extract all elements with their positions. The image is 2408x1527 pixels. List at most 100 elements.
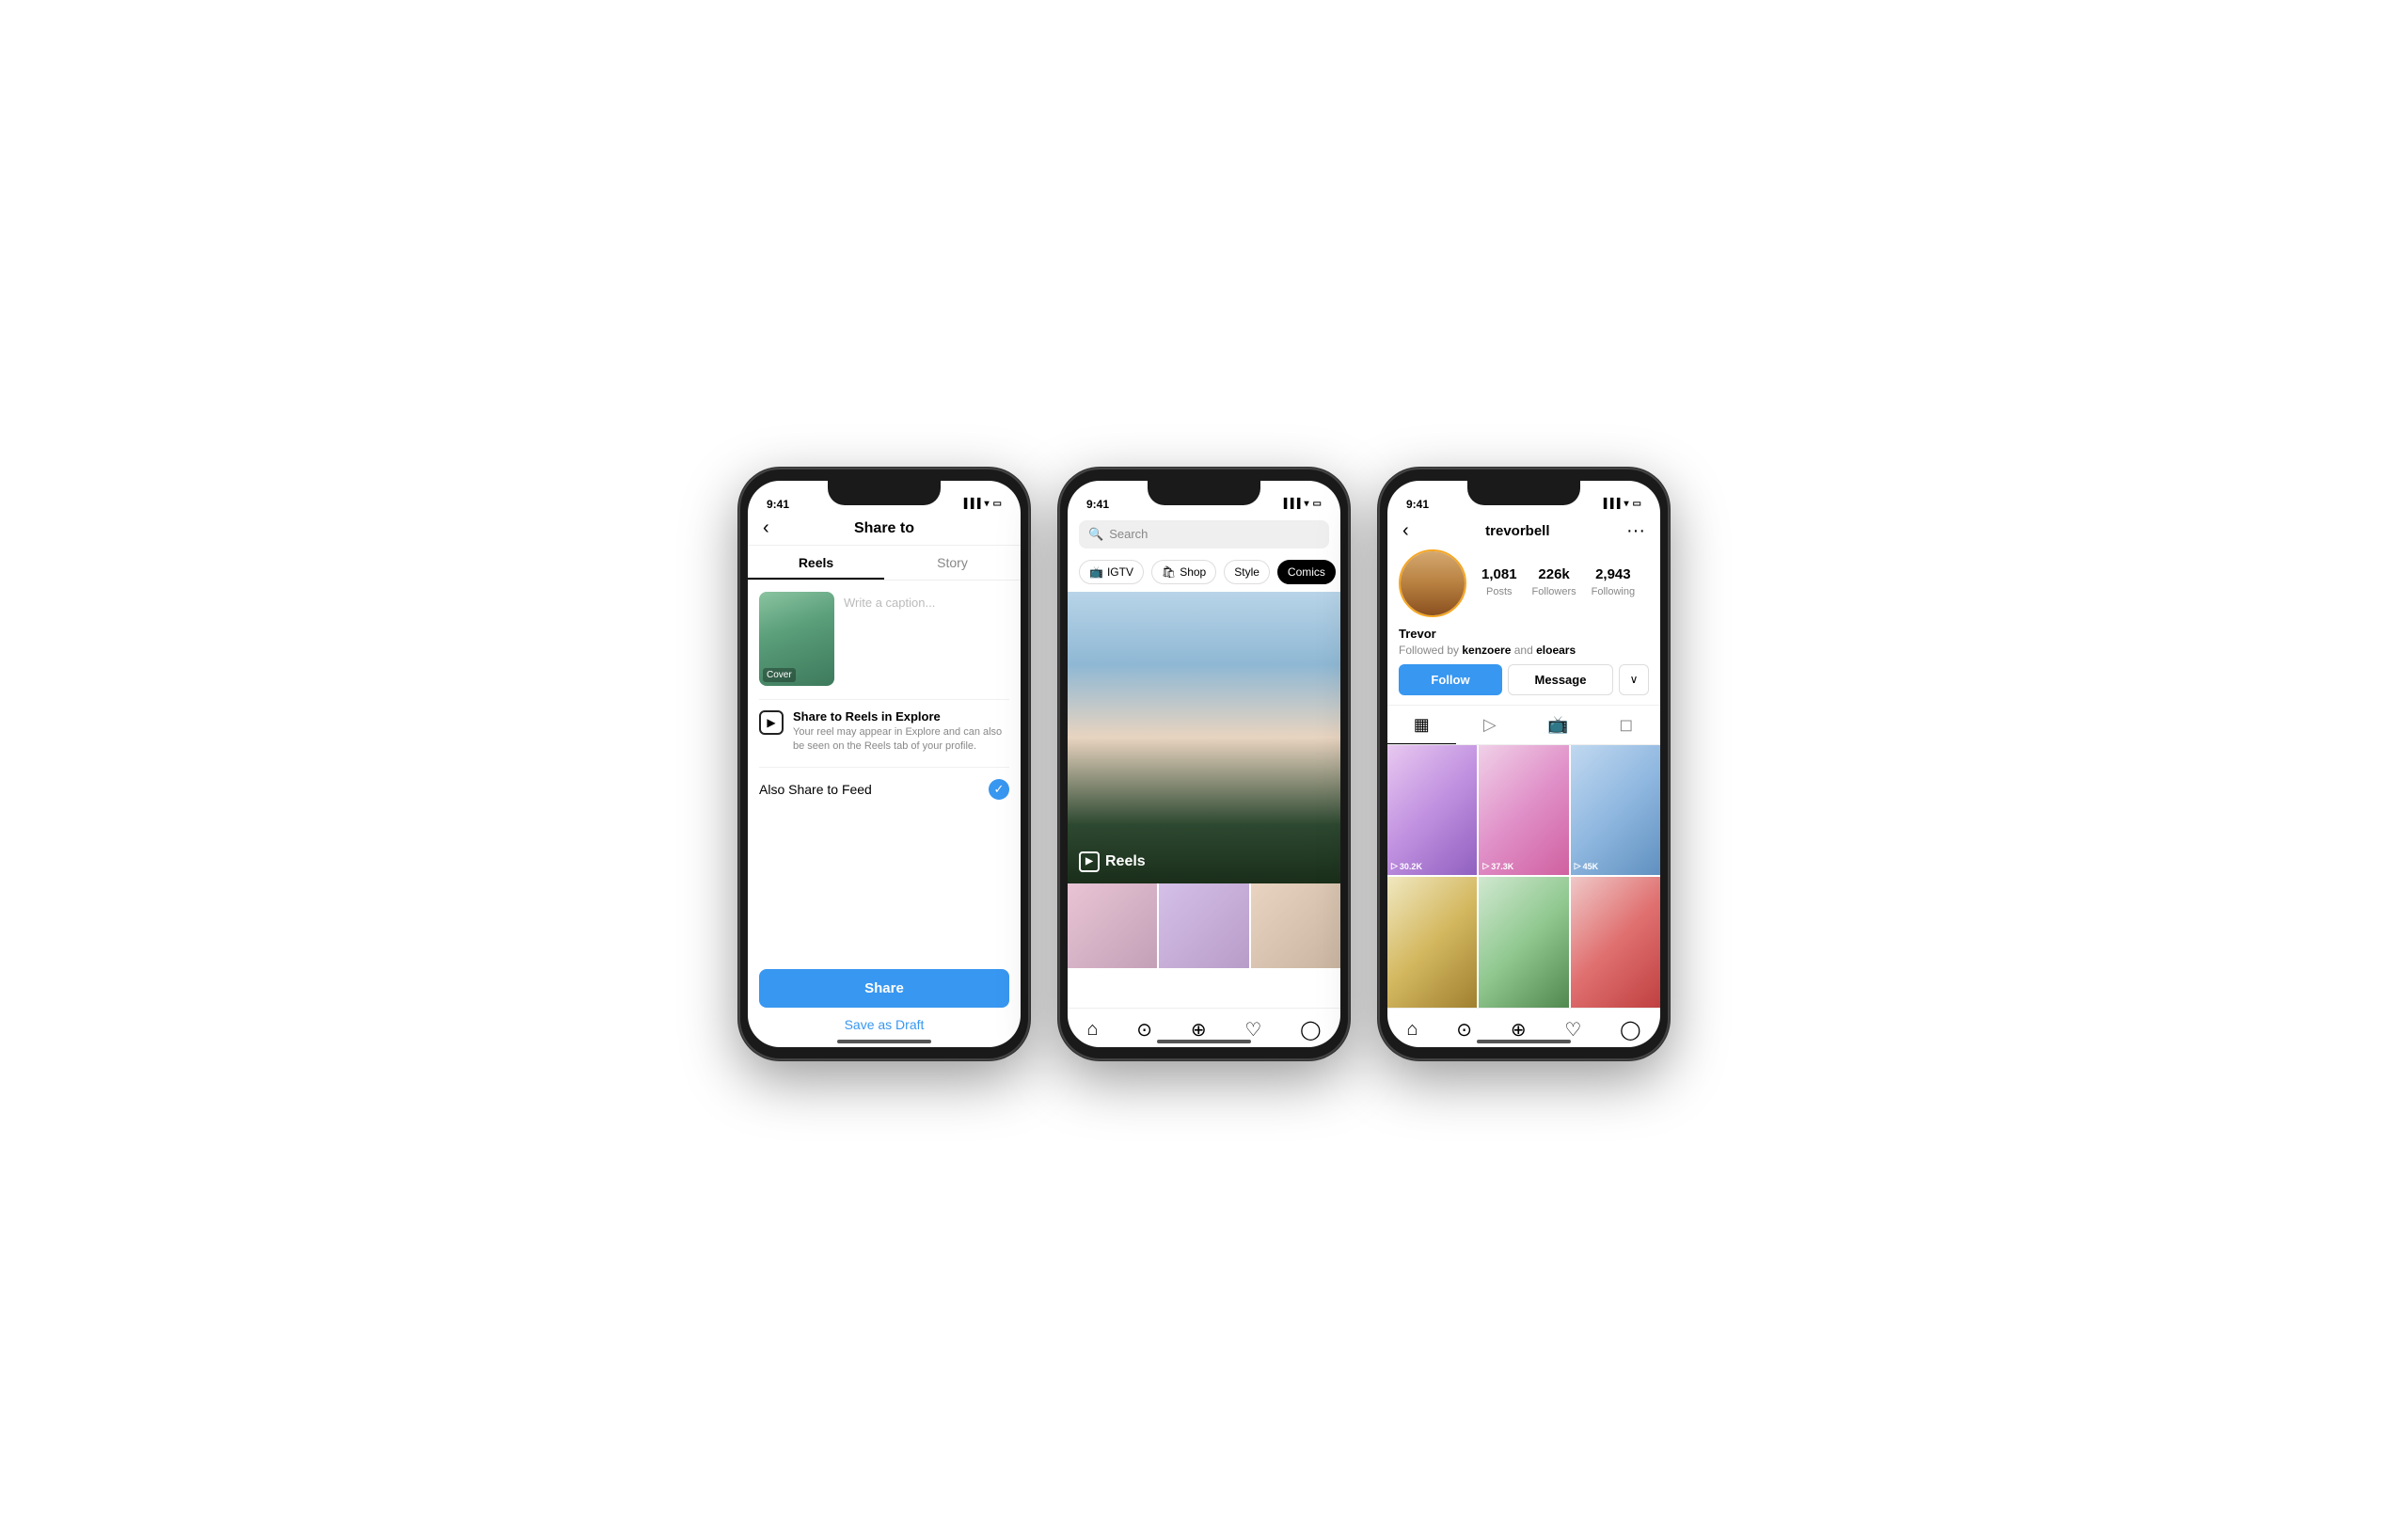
cat-igtv[interactable]: 📺 IGTV xyxy=(1079,560,1144,584)
home-indicator-3 xyxy=(1477,1040,1571,1043)
profile-back-button[interactable]: ‹ xyxy=(1402,520,1409,542)
cat-shop[interactable]: 🛍 Shop xyxy=(1151,560,1216,584)
option-title: Share to Reels in Explore xyxy=(793,709,1009,724)
share-bottom: Share Save as Draft xyxy=(748,960,1021,1047)
grid-item-3[interactable] xyxy=(1251,883,1340,968)
follow-button[interactable]: Follow xyxy=(1399,664,1502,695)
profile-grid-item-4[interactable] xyxy=(1387,877,1477,1008)
follower-1[interactable]: kenzoere xyxy=(1462,644,1511,657)
phone-3: 9:41 ▐▐▐ ▾ ▭ ‹ trevorbell ··· xyxy=(1378,468,1670,1060)
stat-following: 2,943 Following xyxy=(1592,566,1635,599)
save-draft-button[interactable]: Save as Draft xyxy=(759,1017,1009,1032)
signal-icon-3: ▐▐▐ xyxy=(1600,499,1620,509)
cover-label: Cover xyxy=(763,668,796,682)
profile-grid-item-1[interactable]: ▷30.2K xyxy=(1387,745,1477,876)
explore-grid xyxy=(1068,883,1340,968)
add-icon-3[interactable]: ⊕ xyxy=(1511,1018,1527,1042)
explore-main-image[interactable]: ▶ Reels xyxy=(1068,592,1340,883)
profile-grid: ▷30.2K ▷37.3K ▷45K xyxy=(1387,745,1660,1008)
profile-name: Trevor xyxy=(1399,627,1649,641)
followed-by: Followed by kenzoere and eloears xyxy=(1399,644,1649,657)
profile-grid-item-2[interactable]: ▷37.3K xyxy=(1479,745,1568,876)
grid-item-2[interactable] xyxy=(1159,883,1248,968)
bio-section: Trevor Followed by kenzoere and eloears xyxy=(1387,627,1660,664)
status-icons-1: ▐▐▐ ▾ ▭ xyxy=(960,499,1002,509)
time-2: 9:41 xyxy=(1086,498,1109,511)
media-row: Cover Write a caption... xyxy=(759,592,1009,686)
profile-nav: ‹ trevorbell ··· xyxy=(1387,515,1660,549)
profile-icon-3[interactable]: ◯ xyxy=(1620,1018,1640,1042)
profile-grid-item-6[interactable] xyxy=(1571,877,1660,1008)
profile-username: trevorbell xyxy=(1485,523,1549,539)
grid-item-1[interactable] xyxy=(1068,883,1157,968)
play-count-1: ▷30.2K xyxy=(1391,861,1422,871)
battery-icon-2: ▭ xyxy=(1313,499,1322,509)
reels-option-icon: ▶ xyxy=(759,710,784,735)
search-placeholder: Search xyxy=(1109,527,1148,541)
search-input[interactable]: 🔍 Search xyxy=(1079,520,1329,549)
tab-reels[interactable]: Reels xyxy=(748,546,884,580)
igtv-label: IGTV xyxy=(1107,565,1133,579)
battery-icon: ▭ xyxy=(993,499,1002,509)
status-icons-3: ▐▐▐ ▾ ▭ xyxy=(1600,499,1641,509)
message-button[interactable]: Message xyxy=(1508,664,1613,695)
comics-label: Comics xyxy=(1288,565,1325,579)
tab-grid[interactable]: ▦ xyxy=(1387,706,1456,744)
shop-icon: 🛍 xyxy=(1162,565,1176,579)
add-nav-icon[interactable]: ⊕ xyxy=(1191,1018,1207,1042)
profile-nav-icon[interactable]: ◯ xyxy=(1300,1018,1321,1042)
notch-2 xyxy=(1148,481,1260,505)
reels-label: ▶ Reels xyxy=(1079,851,1146,872)
basketball-image xyxy=(1068,592,1340,883)
notch-1 xyxy=(828,481,941,505)
dropdown-button[interactable]: ∨ xyxy=(1619,664,1649,695)
tab-reels[interactable]: ▷ xyxy=(1456,706,1525,744)
profile-grid-item-3[interactable]: ▷45K xyxy=(1571,745,1660,876)
stat-posts: 1,081 Posts xyxy=(1481,566,1517,599)
status-icons-2: ▐▐▐ ▾ ▭ xyxy=(1280,499,1322,509)
phone-2: 9:41 ▐▐▐ ▾ ▭ 🔍 Search 📺 IGTV xyxy=(1058,468,1350,1060)
like-nav-icon[interactable]: ♡ xyxy=(1244,1018,1261,1042)
share-to-nav: ‹ Share to xyxy=(748,515,1021,546)
tab-tagged[interactable]: ◻ xyxy=(1592,706,1661,744)
also-share-checkbox[interactable]: ✓ xyxy=(989,779,1009,800)
wifi-icon-2: ▾ xyxy=(1305,499,1309,509)
style-label: Style xyxy=(1234,565,1259,579)
home-nav-icon[interactable]: ⌂ xyxy=(1086,1019,1098,1041)
phones-container: 9:41 ▐▐▐ ▾ ▭ ‹ Share to Reels Story xyxy=(738,468,1670,1060)
followers-label: Followers xyxy=(1532,586,1576,597)
video-thumbnail[interactable]: Cover xyxy=(759,592,834,686)
follower-2[interactable]: eloears xyxy=(1536,644,1576,657)
shop-label: Shop xyxy=(1180,565,1206,579)
avatar xyxy=(1399,549,1466,617)
cat-style[interactable]: Style xyxy=(1224,560,1270,584)
share-to-title: Share to xyxy=(854,520,914,537)
search-icon-3[interactable]: ⊙ xyxy=(1456,1018,1472,1042)
time-3: 9:41 xyxy=(1406,498,1429,511)
profile-more-button[interactable]: ··· xyxy=(1626,520,1645,542)
wifi-icon-3: ▾ xyxy=(1624,499,1629,509)
also-share-label: Also Share to Feed xyxy=(759,782,872,797)
like-icon-3[interactable]: ♡ xyxy=(1564,1018,1581,1042)
caption-input[interactable]: Write a caption... xyxy=(844,592,1009,686)
phone-1: 9:41 ▐▐▐ ▾ ▭ ‹ Share to Reels Story xyxy=(738,468,1030,1060)
followers-count: 226k xyxy=(1532,566,1576,582)
profile-grid-item-5[interactable] xyxy=(1479,877,1568,1008)
option-text: Share to Reels in Explore Your reel may … xyxy=(793,709,1009,755)
back-button[interactable]: ‹ xyxy=(763,517,769,539)
tab-story[interactable]: Story xyxy=(884,546,1021,580)
tab-igtv[interactable]: 📺 xyxy=(1524,706,1592,744)
signal-icon-2: ▐▐▐ xyxy=(1280,499,1300,509)
search-nav-icon[interactable]: ⊙ xyxy=(1136,1018,1152,1042)
home-icon-3[interactable]: ⌂ xyxy=(1406,1019,1418,1041)
profile-info: 1,081 Posts 226k Followers 2,943 Followi… xyxy=(1387,549,1660,627)
wifi-icon: ▾ xyxy=(985,499,990,509)
avatar-image xyxy=(1401,551,1465,615)
following-count: 2,943 xyxy=(1592,566,1635,582)
share-content: Cover Write a caption... ▶ Share to Reel… xyxy=(748,581,1021,960)
screen-1: 9:41 ▐▐▐ ▾ ▭ ‹ Share to Reels Story xyxy=(748,481,1021,1047)
share-button[interactable]: Share xyxy=(759,969,1009,1008)
signal-icon: ▐▐▐ xyxy=(960,499,980,509)
search-bar-container: 🔍 Search xyxy=(1068,515,1340,556)
cat-comics[interactable]: Comics xyxy=(1277,560,1336,584)
